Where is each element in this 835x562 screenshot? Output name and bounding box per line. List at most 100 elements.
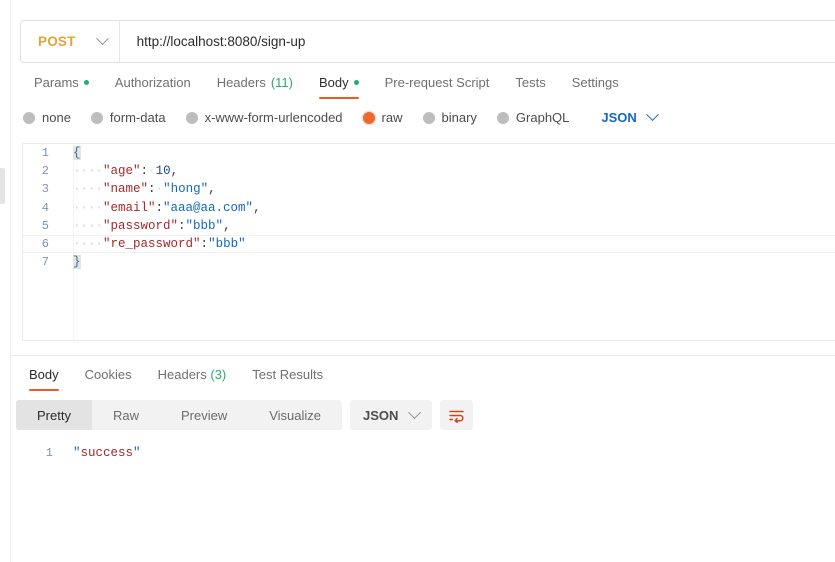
- wrap-lines-button[interactable]: [440, 400, 474, 430]
- editor-line-number: 6: [41, 237, 49, 252]
- response-tab-body-label: Body: [29, 367, 59, 382]
- radio-icon: [23, 111, 35, 124]
- tab-pre-request-script-label: Pre-request Script: [384, 75, 490, 90]
- response-view-toolbar: Pretty Raw Preview Visualize JSON: [16, 400, 474, 430]
- response-tab-cookies-label: Cookies: [84, 367, 132, 382]
- response-view-visualize-label: Visualize: [269, 407, 322, 423]
- body-type-radio-group: none form-data x-www-form-urlencoded raw…: [23, 108, 659, 125]
- tab-headers-label: Headers: [216, 75, 266, 90]
- tab-params-label: Params: [34, 75, 79, 90]
- chevron-down-icon: [645, 108, 659, 122]
- response-tab-headers-count: (3): [210, 367, 227, 382]
- radio-icon: [185, 111, 198, 124]
- body-type-none-label: none: [42, 110, 71, 125]
- response-tab-headers[interactable]: Headers (3): [145, 365, 240, 391]
- body-type-graphql[interactable]: GraphQL: [496, 110, 583, 125]
- tab-headers-count: (11): [270, 75, 293, 90]
- url-bar: POST: [20, 20, 835, 63]
- radio-selected-icon: [362, 111, 375, 124]
- editor-line: 1{: [23, 144, 835, 162]
- response-tab-bar: Body Cookies Headers (3) Test Results: [16, 365, 336, 391]
- tab-params[interactable]: Params: [21, 73, 102, 99]
- body-type-raw[interactable]: raw: [362, 110, 417, 125]
- tab-settings[interactable]: Settings: [559, 73, 632, 99]
- body-type-raw-label: raw: [381, 110, 403, 125]
- tab-body-label: Body: [318, 75, 349, 90]
- raw-format-label: JSON: [601, 110, 637, 125]
- sidebar-resize-handle[interactable]: [0, 168, 5, 204]
- body-type-x-www-form-urlencoded[interactable]: x-www-form-urlencoded: [185, 110, 357, 125]
- tab-authorization-label: Authorization: [114, 75, 191, 90]
- editor-line-text: ····"password":"bbb",: [73, 218, 231, 233]
- response-view-pretty-label: Pretty: [37, 407, 71, 423]
- response-line: 1 "success": [11, 444, 835, 462]
- editor-line-number: 7: [41, 255, 49, 270]
- response-format-selector[interactable]: JSON: [350, 400, 433, 430]
- body-type-form-data-label: form-data: [109, 110, 166, 125]
- radio-icon: [90, 111, 103, 124]
- editor-line-text: ····"email":"aaa@aa.com",: [73, 200, 261, 215]
- response-view-pretty[interactable]: Pretty: [16, 400, 92, 430]
- body-type-binary[interactable]: binary: [422, 110, 491, 125]
- editor-line-text: ····"re_password":"bbb": [73, 237, 246, 252]
- method-selector[interactable]: POST: [21, 21, 120, 62]
- editor-line-text: ····"name":·"hong",: [73, 182, 216, 197]
- response-view-preview[interactable]: Preview: [160, 400, 248, 430]
- editor-line-number: 2: [41, 164, 49, 179]
- tab-settings-label: Settings: [571, 75, 619, 90]
- body-type-none[interactable]: none: [23, 110, 85, 125]
- tab-headers[interactable]: Headers (11): [204, 73, 306, 99]
- tab-body[interactable]: Body: [306, 73, 372, 99]
- body-type-binary-label: binary: [441, 110, 477, 125]
- unsaved-dot-icon: [83, 80, 89, 85]
- response-view-visualize[interactable]: Visualize: [248, 400, 342, 430]
- response-view-preview-label: Preview: [180, 407, 228, 423]
- response-view-raw[interactable]: Raw: [92, 400, 160, 430]
- editor-line: 6 ····"re_password":"bbb": [23, 234, 835, 254]
- url-input[interactable]: [119, 21, 835, 62]
- editor-line-text: {: [73, 146, 81, 161]
- chevron-down-icon: [95, 32, 109, 46]
- postman-request-builder: POST Params Authorization Headers (11) B…: [0, 0, 835, 562]
- response-body-viewer[interactable]: 1 "success": [11, 444, 835, 562]
- raw-format-selector[interactable]: JSON: [601, 108, 659, 125]
- tab-tests[interactable]: Tests: [502, 73, 558, 99]
- tab-authorization[interactable]: Authorization: [102, 73, 204, 99]
- request-body-editor[interactable]: 1{2 ····"age":·10, 3 ····"name":·"hong", 4 ··…: [22, 143, 835, 341]
- response-line-number: 1: [45, 446, 53, 460]
- response-tab-cookies[interactable]: Cookies: [72, 365, 145, 391]
- response-line-text: "success": [73, 446, 141, 460]
- editor-line: 3 ····"name":·"hong",: [23, 180, 835, 198]
- response-format-label: JSON: [363, 407, 399, 423]
- chevron-down-icon: [408, 405, 422, 419]
- response-line-list: 1 "success": [11, 444, 835, 462]
- editor-line-list: 1{2 ····"age":·10, 3 ····"name":·"hong", 4 ··…: [23, 144, 835, 271]
- response-tab-body[interactable]: Body: [16, 365, 72, 391]
- response-tab-test-results[interactable]: Test Results: [239, 365, 336, 391]
- editor-line: 7}: [23, 253, 835, 271]
- response-tab-headers-label: Headers: [157, 367, 207, 382]
- editor-line-number: 1: [41, 146, 49, 161]
- left-rail: [0, 0, 11, 562]
- response-pane: Body Cookies Headers (3) Test Results Pr…: [11, 356, 835, 562]
- editor-line-number: 3: [41, 182, 49, 197]
- wrap-text-icon: [449, 410, 465, 423]
- unsaved-dot-icon: [353, 80, 359, 85]
- response-tab-test-results-label: Test Results: [252, 367, 324, 382]
- radio-icon: [496, 111, 509, 124]
- method-label: POST: [38, 34, 76, 49]
- tab-pre-request-script[interactable]: Pre-request Script: [372, 73, 503, 99]
- body-type-graphql-label: GraphQL: [515, 110, 570, 125]
- request-tab-bar: Params Authorization Headers (11) Body P…: [21, 73, 835, 101]
- body-type-form-data[interactable]: form-data: [90, 110, 180, 125]
- editor-line-number: 5: [41, 218, 49, 233]
- editor-line: 5 ····"password":"bbb",: [23, 217, 835, 235]
- response-view-segmented-control: Pretty Raw Preview Visualize: [16, 400, 343, 430]
- editor-line-number: 4: [41, 200, 49, 215]
- body-type-x-www-form-urlencoded-label: x-www-form-urlencoded: [204, 110, 343, 125]
- response-view-raw-label: Raw: [112, 407, 139, 423]
- editor-line: 4 ····"email":"aaa@aa.com",: [23, 199, 835, 217]
- editor-line-text: ····"age":·10,: [73, 164, 179, 179]
- request-pane: POST Params Authorization Headers (11) B…: [11, 0, 835, 355]
- editor-line-text: }: [73, 255, 81, 270]
